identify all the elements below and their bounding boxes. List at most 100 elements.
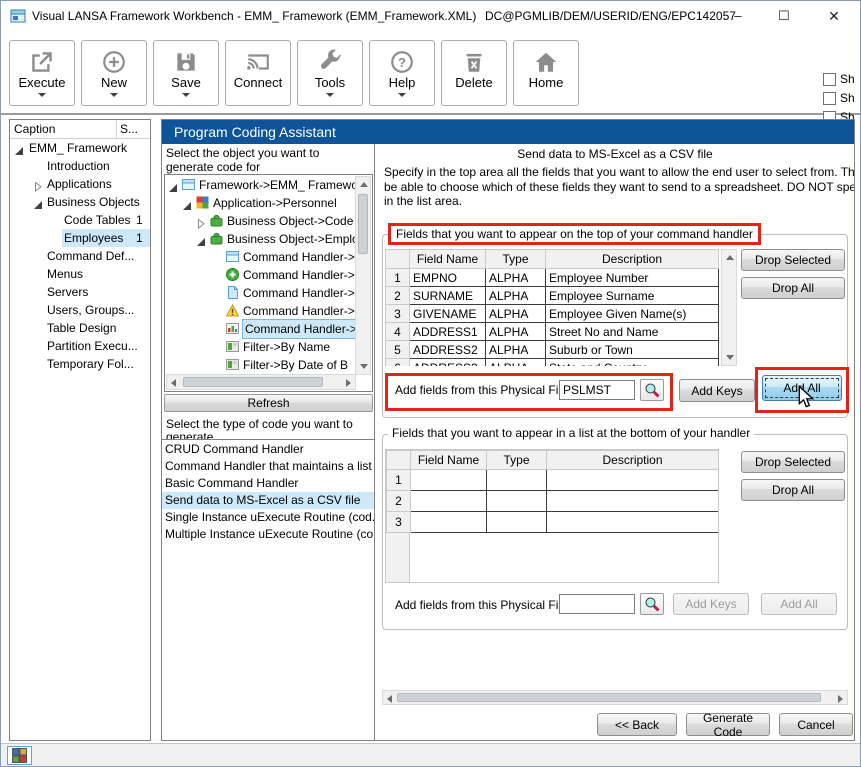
object-tree-vertical-scrollbar[interactable] bbox=[355, 176, 371, 375]
minimize-button[interactable]: – bbox=[719, 1, 757, 31]
tree-item-application-node[interactable]: Application->Personnel bbox=[166, 194, 356, 212]
type-cell[interactable]: ALPHA bbox=[486, 305, 546, 323]
table-row[interactable]: 1 EMPNO ALPHA Employee Number bbox=[386, 269, 719, 287]
execute-button[interactable]: Execute bbox=[9, 40, 75, 106]
description-cell[interactable]: State and Country bbox=[546, 359, 719, 367]
scroll-down-icon[interactable] bbox=[360, 364, 368, 369]
dropdown-arrow-icon[interactable] bbox=[38, 93, 46, 97]
tree-item-command-handler-4[interactable]: Command Handler-> bbox=[166, 302, 356, 320]
tree-item-command-handler-1[interactable]: Command Handler-> bbox=[166, 248, 356, 266]
tree-item-business-object-employees[interactable]: Business Object->Emplo bbox=[166, 230, 356, 248]
top-table-vertical-scrollbar[interactable] bbox=[721, 249, 737, 366]
code-type-option-multiple-instance[interactable]: Multiple Instance uExecute Routine (co..… bbox=[162, 526, 374, 543]
field-name-cell[interactable]: ADDRESS2 bbox=[410, 341, 486, 359]
cancel-button[interactable]: Cancel bbox=[779, 713, 853, 736]
description-cell[interactable] bbox=[547, 491, 719, 512]
scrollbar-thumb[interactable] bbox=[397, 693, 821, 702]
drop-selected-button-bottom[interactable]: Drop Selected bbox=[741, 451, 845, 473]
field-name-cell[interactable]: SURNAME bbox=[410, 287, 486, 305]
new-button[interactable]: New bbox=[81, 40, 147, 106]
refresh-button[interactable]: Refresh bbox=[164, 394, 373, 412]
type-cell[interactable]: ALPHA bbox=[486, 359, 546, 367]
description-cell[interactable]: Street No and Name bbox=[546, 323, 719, 341]
close-button[interactable]: ✕ bbox=[815, 1, 853, 31]
description-cell[interactable]: Suburb or Town bbox=[546, 341, 719, 359]
scroll-up-icon[interactable] bbox=[360, 182, 368, 187]
sort-column-header[interactable]: S... bbox=[117, 120, 150, 138]
field-name-cell[interactable]: ADDRESS1 bbox=[410, 323, 486, 341]
type-cell[interactable]: ALPHA bbox=[486, 323, 546, 341]
description-cell[interactable] bbox=[547, 512, 719, 533]
physical-file-input[interactable] bbox=[559, 380, 635, 400]
type-cell[interactable]: ALPHA bbox=[486, 269, 546, 287]
dropdown-arrow-icon[interactable] bbox=[110, 93, 118, 97]
help-button[interactable]: ? Help bbox=[369, 40, 435, 106]
description-cell[interactable]: Employee Given Name(s) bbox=[546, 305, 719, 323]
drop-selected-button-top[interactable]: Drop Selected bbox=[741, 249, 845, 271]
table-row[interactable]: 4 ADDRESS1 ALPHA Street No and Name bbox=[386, 323, 719, 341]
framework-status-icon[interactable] bbox=[7, 746, 32, 765]
object-tree-horizontal-scrollbar[interactable] bbox=[166, 374, 356, 390]
scroll-up-icon[interactable] bbox=[726, 255, 734, 260]
tree-item-business-object-code[interactable]: Business Object->Code bbox=[166, 212, 356, 230]
home-button[interactable]: Home bbox=[513, 40, 579, 106]
add-keys-button-top[interactable]: Add Keys bbox=[679, 379, 755, 402]
type-cell[interactable] bbox=[487, 512, 547, 533]
tree-item-business-objects[interactable]: Business Objects bbox=[10, 193, 150, 211]
type-cell[interactable]: ALPHA bbox=[486, 341, 546, 359]
add-all-button-top[interactable]: Add All bbox=[762, 375, 842, 401]
code-type-option-crud[interactable]: CRUD Command Handler bbox=[162, 441, 374, 458]
tree-item-code-tables[interactable]: Code Tables 1 bbox=[10, 211, 150, 229]
description-cell[interactable]: Employee Surname bbox=[546, 287, 719, 305]
tree-item-temporary-folder[interactable]: Temporary Fol... bbox=[10, 355, 150, 373]
dropdown-arrow-icon[interactable] bbox=[182, 93, 190, 97]
tree-item-users-groups[interactable]: Users, Groups... bbox=[10, 301, 150, 319]
tree-item-framework[interactable]: EMM_ Framework bbox=[10, 139, 150, 157]
physical-file-input-bottom[interactable] bbox=[559, 594, 635, 614]
field-name-cell[interactable] bbox=[411, 491, 487, 512]
field-name-cell[interactable]: ADDRESS3 bbox=[410, 359, 486, 367]
tree-item-command-definitions[interactable]: Command Def... bbox=[10, 247, 150, 265]
description-cell[interactable] bbox=[547, 470, 719, 491]
add-all-button-bottom[interactable]: Add All bbox=[761, 593, 837, 615]
code-type-option-csv-selected[interactable]: Send data to MS-Excel as a CSV file bbox=[162, 492, 374, 509]
scroll-left-icon[interactable] bbox=[171, 379, 176, 387]
drop-all-button-bottom[interactable]: Drop All bbox=[741, 479, 845, 501]
scroll-right-icon[interactable] bbox=[838, 695, 843, 703]
drop-all-button-top[interactable]: Drop All bbox=[741, 277, 845, 299]
tree-item-filter-by-name[interactable]: Filter->By Name bbox=[166, 338, 356, 356]
tree-item-menus[interactable]: Menus bbox=[10, 265, 150, 283]
panel-horizontal-scrollbar[interactable] bbox=[382, 690, 848, 705]
tree-item-command-handler-3[interactable]: Command Handler-> bbox=[166, 284, 356, 302]
tree-item-framework-node[interactable]: Framework->EMM_ Framework bbox=[166, 176, 356, 194]
caption-column-header[interactable]: Caption bbox=[10, 120, 117, 138]
code-type-option-single-instance[interactable]: Single Instance uExecute Routine (cod... bbox=[162, 509, 374, 526]
table-row[interactable]: 3 bbox=[387, 512, 719, 533]
tree-item-servers[interactable]: Servers bbox=[10, 283, 150, 301]
table-row[interactable]: 2 bbox=[387, 491, 719, 512]
scroll-right-icon[interactable] bbox=[346, 379, 351, 387]
search-button[interactable] bbox=[640, 593, 664, 615]
dropdown-arrow-icon[interactable] bbox=[398, 93, 406, 97]
field-name-cell[interactable] bbox=[411, 470, 487, 491]
type-cell[interactable] bbox=[487, 491, 547, 512]
table-row[interactable]: 1 bbox=[387, 470, 719, 491]
tree-item-employees[interactable]: Employees 1 bbox=[10, 229, 150, 247]
table-row[interactable]: 3 GIVENAME ALPHA Employee Given Name(s) bbox=[386, 305, 719, 323]
tree-item-table-design[interactable]: Table Design bbox=[10, 319, 150, 337]
field-name-cell[interactable] bbox=[411, 512, 487, 533]
save-button[interactable]: Save bbox=[153, 40, 219, 106]
code-type-option-list-handler[interactable]: Command Handler that maintains a list bbox=[162, 458, 374, 475]
back-button[interactable]: << Back bbox=[597, 713, 677, 736]
scroll-left-icon[interactable] bbox=[387, 695, 392, 703]
scrollbar-thumb[interactable] bbox=[183, 377, 323, 387]
tree-item-partition-execution[interactable]: Partition Execu... bbox=[10, 337, 150, 355]
type-cell[interactable] bbox=[487, 470, 547, 491]
maximize-button[interactable]: ☐ bbox=[765, 1, 803, 31]
tree-item-command-handler-2[interactable]: Command Handler-> bbox=[166, 266, 356, 284]
tree-item-filter-by-date[interactable]: Filter->By Date of B bbox=[166, 356, 356, 374]
sh-checkbox-1[interactable] bbox=[823, 73, 836, 86]
scroll-down-icon[interactable] bbox=[726, 355, 734, 360]
tools-button[interactable]: Tools bbox=[297, 40, 363, 106]
field-name-cell[interactable]: GIVENAME bbox=[410, 305, 486, 323]
